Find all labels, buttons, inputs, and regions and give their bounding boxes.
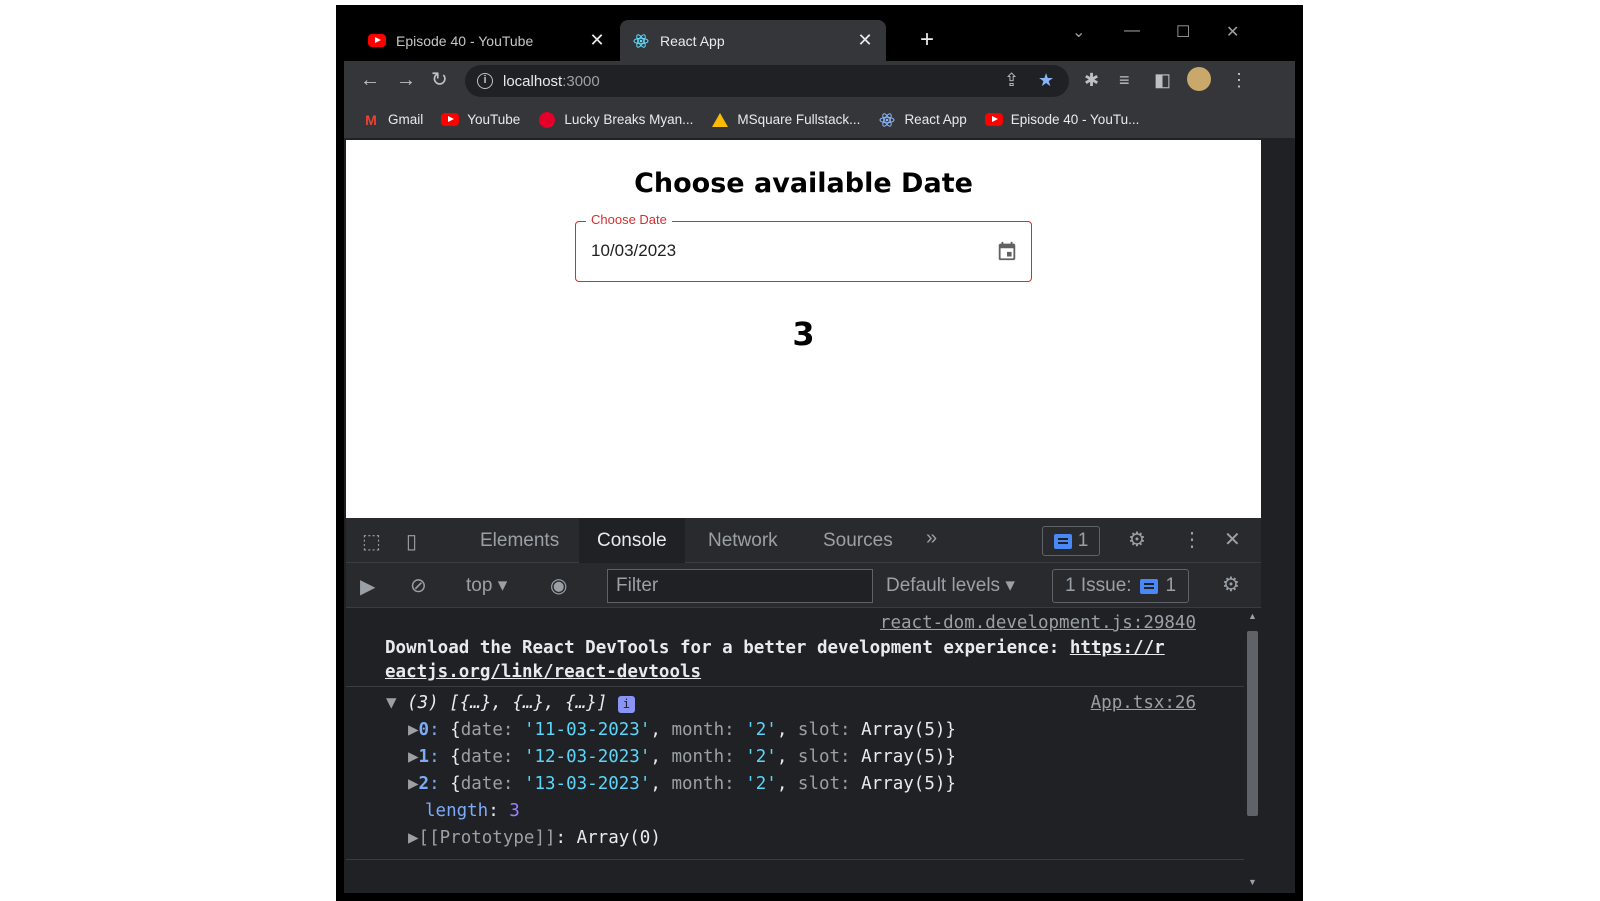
console-settings-icon[interactable]: ⚙ <box>1222 572 1240 597</box>
collapsed-triangle-icon: ▶ <box>408 828 419 848</box>
date-field-label: Choose Date <box>586 212 672 227</box>
side-panel-icon[interactable]: ◧ <box>1154 70 1171 91</box>
inspect-element-icon[interactable]: ⬚ <box>362 529 381 554</box>
youtube-icon <box>984 113 1003 127</box>
reading-list-icon[interactable]: ≡ <box>1119 70 1130 91</box>
bookmark-gmail[interactable]: M Gmail <box>362 111 423 128</box>
live-expression-eye-icon[interactable]: ◉ <box>550 573 567 598</box>
issues-badge[interactable]: 1 <box>1042 526 1100 556</box>
browser-window: Episode 40 - YouTube ✕ React App ✕ + ⌄ —… <box>336 5 1303 901</box>
message-source-link[interactable]: App.tsx:26 <box>1091 693 1196 713</box>
bookmark-youtube[interactable]: YouTube <box>441 112 520 127</box>
minimize-icon[interactable]: — <box>1124 22 1140 40</box>
message-icon <box>1139 578 1158 594</box>
tab-youtube[interactable]: Episode 40 - YouTube ✕ <box>356 20 618 61</box>
devtools-tabbar: ⬚ ▯ Elements Console Network Sources » 1… <box>346 518 1261 563</box>
devtools-menu-icon[interactable]: ⋮ <box>1182 527 1202 552</box>
new-tab-button[interactable]: + <box>920 26 934 54</box>
extensions-icon[interactable]: ✱ <box>1084 70 1099 91</box>
maximize-icon[interactable]: ☐ <box>1176 22 1190 42</box>
context-select[interactable]: top ▾ <box>466 574 507 597</box>
tab-title: Episode 40 - YouTube <box>396 32 534 49</box>
date-picker-field[interactable]: Choose Date 10/03/2023 <box>575 212 1032 282</box>
close-icon[interactable]: ✕ <box>588 30 606 51</box>
message-source-link[interactable]: react-dom.development.js:29840 <box>880 613 1196 633</box>
web-page: Choose available Date Choose Date 10/03/… <box>346 140 1261 518</box>
calendar-icon[interactable] <box>996 240 1018 262</box>
devtools-close-icon[interactable]: ✕ <box>1224 527 1241 552</box>
collapsed-triangle-icon: ▶ <box>408 747 419 767</box>
address-host: localhost <box>503 72 563 90</box>
info-icon[interactable]: i <box>617 696 635 713</box>
devtools-panel: ⬚ ▯ Elements Console Network Sources » 1… <box>346 518 1261 893</box>
tab-elements[interactable]: Elements <box>462 518 577 563</box>
bookmark-episode-40[interactable]: Episode 40 - YouTu... <box>984 112 1139 127</box>
bookmarks-bar: M Gmail YouTube Lucky Breaks Myan... MSqu… <box>344 101 1295 138</box>
forward-icon[interactable]: → <box>396 69 416 91</box>
issues-counter-button[interactable]: 1 Issue: 1 <box>1052 569 1190 603</box>
tab-search-icon[interactable]: ⌄ <box>1072 22 1085 42</box>
bookmark-react-app[interactable]: React App <box>878 112 967 127</box>
address-port: :3000 <box>562 72 600 90</box>
device-toolbar-icon[interactable]: ▯ <box>406 529 417 554</box>
more-tabs-icon[interactable]: » <box>926 527 937 550</box>
tab-strip: Episode 40 - YouTube ✕ React App ✕ + ⌄ —… <box>344 10 1295 61</box>
bookmark-msquare[interactable]: MSquare Fullstack... <box>711 112 860 127</box>
profile-avatar[interactable] <box>1187 67 1211 91</box>
coca-cola-icon <box>538 111 556 128</box>
tab-console[interactable]: Console <box>579 518 685 563</box>
close-icon[interactable]: ✕ <box>856 30 874 51</box>
array-prototype[interactable]: ▶[[Prototype]]: Array(0) <box>408 828 661 848</box>
sidebar-toggle-icon[interactable]: ▶ <box>360 574 375 599</box>
console-scrollbar[interactable]: ▲ ▼ <box>1244 609 1261 893</box>
address-bar[interactable]: i localhost:3000 <box>465 65 1069 97</box>
react-icon <box>878 112 896 127</box>
browser-toolbar: ← → ↻ i localhost:3000 ⇪ ★ ✱ ≡ ◧ ⋮ <box>344 61 1295 101</box>
message-icon <box>1053 533 1072 549</box>
youtube-icon <box>368 34 386 48</box>
console-filter-input[interactable] <box>607 569 873 603</box>
expand-triangle-icon: ▼ <box>386 693 397 713</box>
array-summary[interactable]: ▼ (3) [{…}, {…}, {…}] i <box>386 693 635 713</box>
page-title: Choose available Date <box>634 168 973 199</box>
react-icon <box>632 33 650 48</box>
bookmark-star-icon[interactable]: ★ <box>1038 70 1054 91</box>
tab-react-app[interactable]: React App ✕ <box>620 20 886 61</box>
share-icon[interactable]: ⇪ <box>1004 70 1019 91</box>
back-icon[interactable]: ← <box>360 69 380 91</box>
settings-gear-icon[interactable]: ⚙ <box>1128 527 1146 552</box>
menu-icon[interactable]: ⋮ <box>1230 70 1248 91</box>
array-item-0[interactable]: ▶0: {date: '11-03-2023', month: '2', slo… <box>408 720 956 740</box>
tab-title: React App <box>660 32 725 49</box>
console-message: App.tsx:26 ▼ (3) [{…}, {…}, {…}] i ▶0: {… <box>346 688 1244 858</box>
youtube-icon <box>441 113 460 127</box>
window-close-icon[interactable]: ✕ <box>1226 22 1239 42</box>
devtools-link[interactable]: https://r <box>1070 638 1165 658</box>
scrollbar-thumb[interactable] <box>1247 631 1258 816</box>
devtools-link-continued[interactable]: eactjs.org/link/react-devtools <box>385 662 701 682</box>
console-message: react-dom.development.js:29840 Download … <box>346 609 1244 687</box>
tab-network[interactable]: Network <box>690 518 796 563</box>
gmail-icon: M <box>365 111 377 128</box>
array-item-1[interactable]: ▶1: {date: '12-03-2023', month: '2', slo… <box>408 747 956 767</box>
array-item-2[interactable]: ▶2: {date: '13-03-2023', month: '2', slo… <box>408 774 956 794</box>
site-info-icon[interactable]: i <box>477 73 493 89</box>
collapsed-triangle-icon: ▶ <box>408 774 419 794</box>
clear-console-icon[interactable]: ⊘ <box>410 573 427 598</box>
console-prompt[interactable] <box>346 859 1244 860</box>
date-field-value[interactable]: 10/03/2023 <box>591 241 676 261</box>
scroll-down-icon[interactable]: ▼ <box>1248 877 1257 887</box>
google-drive-icon <box>711 112 729 127</box>
tab-sources[interactable]: Sources <box>805 518 911 563</box>
console-filter-bar: ▶ ⊘ top ▾ ◉ Default levels ▾ 1 Issue:1 ⚙ <box>346 563 1261 608</box>
console-output: react-dom.development.js:29840 Download … <box>346 609 1244 893</box>
scroll-up-icon[interactable]: ▲ <box>1248 611 1257 621</box>
array-length: length: 3 <box>425 801 520 821</box>
message-text: Download the React DevTools for a better… <box>385 638 1165 682</box>
slot-count: 3 <box>792 315 815 353</box>
log-levels-select[interactable]: Default levels ▾ <box>886 574 1015 597</box>
reload-icon[interactable]: ↻ <box>431 69 448 91</box>
bookmark-lucky-breaks[interactable]: Lucky Breaks Myan... <box>538 111 693 128</box>
collapsed-triangle-icon: ▶ <box>408 720 419 740</box>
